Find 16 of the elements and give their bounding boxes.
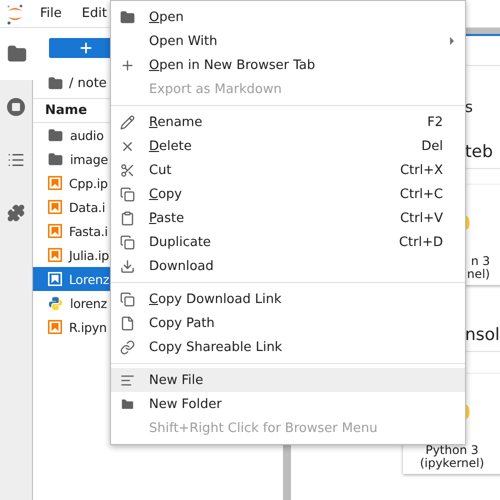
file-name: audio	[70, 128, 104, 142]
kernel-label: (ipykernel)	[418, 457, 486, 470]
kernel-label: Python 3	[424, 444, 480, 457]
file-name: Data.i	[69, 200, 106, 214]
file-name: Julia.ip	[69, 248, 109, 262]
kernel-label: n 3	[470, 255, 491, 268]
section-heading: teb	[465, 141, 493, 163]
file-name: R.ipyn	[69, 320, 107, 334]
file-name: Fasta.i	[69, 224, 108, 238]
file-name: image	[70, 152, 108, 166]
file-name: Cpp.ip	[69, 176, 108, 190]
section-heading: s	[465, 97, 473, 118]
file-name: Lorenz	[69, 272, 110, 286]
file-name: lorenz	[70, 296, 107, 310]
section-heading: nsol	[465, 324, 500, 346]
kernel-label: nel)	[466, 268, 491, 281]
